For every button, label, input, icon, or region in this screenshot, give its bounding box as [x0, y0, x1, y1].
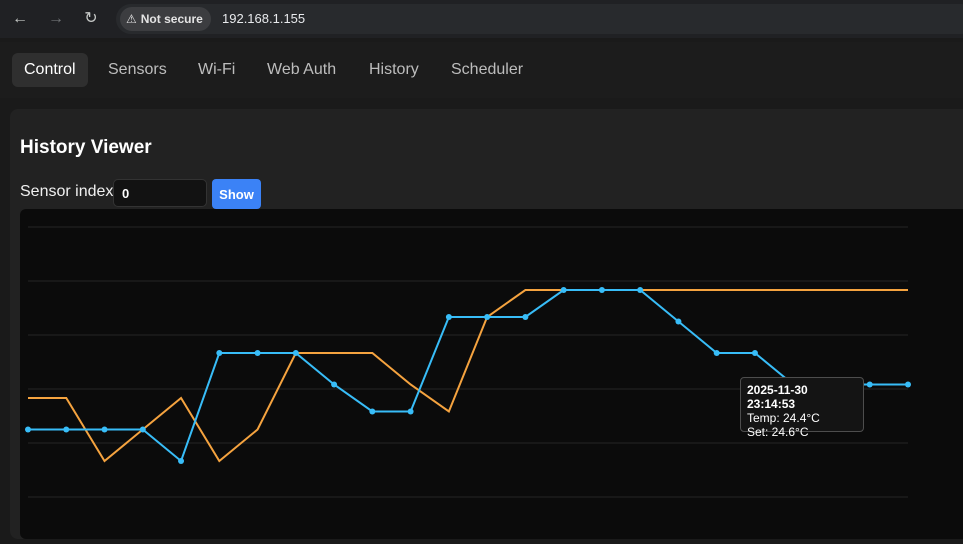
tab-web-auth[interactable]: Web Auth [255, 53, 348, 87]
data-point[interactable] [331, 381, 338, 388]
forward-icon[interactable]: → [45, 8, 67, 30]
data-point[interactable] [751, 350, 758, 356]
tooltip-temp: Temp: 24.4°C [747, 411, 820, 425]
history-card: History Viewer Sensor index Show 2025-11… [10, 109, 963, 539]
data-point[interactable] [369, 408, 376, 415]
tab-history[interactable]: History [357, 53, 431, 87]
chart-svg [25, 226, 911, 498]
history-chart[interactable]: 2025-11-30 23:14:53 Temp: 24.4°C Set: 24… [20, 209, 963, 539]
tab-sensors[interactable]: Sensors [96, 53, 179, 87]
url-text[interactable]: 192.168.1.155 [222, 4, 305, 34]
page-title: History Viewer [20, 137, 152, 158]
app-tab-bar: Control Sensors Wi-Fi Web Auth History S… [0, 42, 963, 98]
data-point[interactable] [139, 426, 146, 433]
data-point[interactable] [63, 426, 70, 433]
warning-icon: ⚠ [126, 12, 137, 26]
data-point[interactable] [713, 350, 720, 356]
data-point[interactable] [292, 350, 299, 356]
security-chip[interactable]: ⚠ Not secure [120, 7, 211, 31]
address-bar[interactable]: ⚠ Not secure 192.168.1.155 [116, 4, 963, 34]
data-point[interactable] [216, 350, 223, 356]
data-point[interactable] [445, 314, 452, 320]
data-point[interactable] [178, 458, 185, 464]
data-point[interactable] [637, 287, 644, 293]
tab-control[interactable]: Control [12, 53, 88, 87]
data-point[interactable] [598, 287, 605, 293]
tab-scheduler[interactable]: Scheduler [439, 53, 535, 87]
data-point[interactable] [675, 318, 682, 325]
chart-tooltip: 2025-11-30 23:14:53 Temp: 24.4°C Set: 24… [740, 377, 864, 439]
sensor-index-label: Sensor index [20, 183, 114, 200]
data-point[interactable] [407, 408, 414, 415]
data-point[interactable] [101, 426, 108, 433]
sensor-index-input[interactable] [113, 179, 207, 207]
data-point[interactable] [522, 314, 529, 320]
data-point[interactable] [484, 314, 491, 320]
tab-wifi[interactable]: Wi-Fi [186, 53, 247, 87]
security-label: Not secure [140, 12, 203, 26]
tooltip-time: 2025-11-30 23:14:53 [747, 383, 808, 411]
tooltip-set: Set: 24.6°C [747, 425, 809, 439]
data-point[interactable] [866, 381, 873, 388]
data-point[interactable] [560, 287, 567, 293]
data-point[interactable] [905, 381, 911, 388]
data-point[interactable] [25, 426, 31, 433]
back-icon[interactable]: ← [9, 8, 31, 30]
data-point[interactable] [254, 350, 261, 356]
reload-icon[interactable]: ↻ [80, 8, 102, 30]
show-button[interactable]: Show [212, 179, 261, 209]
browser-toolbar: ← → ↻ ⚠ Not secure 192.168.1.155 [0, 0, 963, 38]
